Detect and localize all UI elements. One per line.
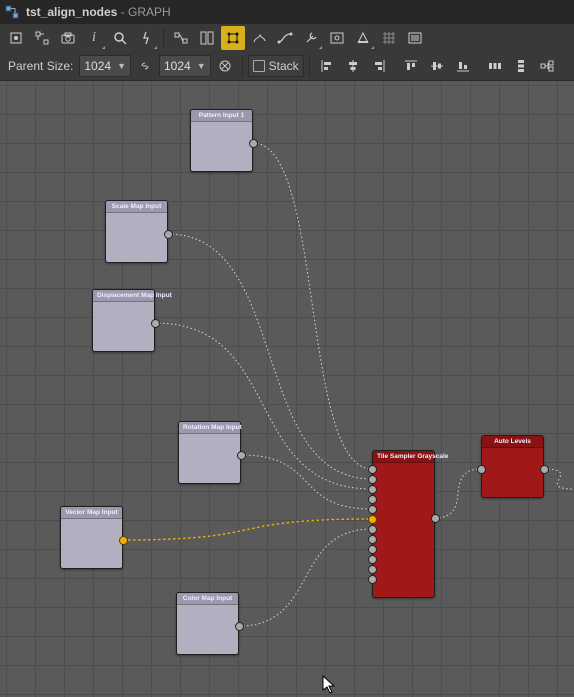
input-port[interactable] <box>368 495 377 504</box>
parent-size-dropdown[interactable]: 1024▼ <box>79 55 131 77</box>
show-extents-icon[interactable] <box>4 26 28 50</box>
align-right-icon[interactable] <box>367 54 391 78</box>
reset-zoom-icon[interactable] <box>30 26 54 50</box>
input-port[interactable] <box>368 505 377 514</box>
arrange-icon[interactable] <box>535 54 559 78</box>
distribute-v-icon[interactable] <box>509 54 533 78</box>
input-port[interactable] <box>368 525 377 534</box>
settings-icon[interactable] <box>325 26 349 50</box>
distribute-h-icon[interactable] <box>483 54 507 78</box>
input-port[interactable] <box>368 565 377 574</box>
align-nodes-icon[interactable] <box>221 26 245 50</box>
mouse-cursor <box>322 675 340 695</box>
node-title: Vector Map Input <box>61 507 122 519</box>
node-vector[interactable]: Vector Map Input <box>60 506 123 569</box>
chevron-down-icon: ▼ <box>117 61 126 71</box>
node-title: Displacement Map Input <box>93 290 154 302</box>
input-port[interactable] <box>368 475 377 484</box>
node-title: Tile Sampler Grayscale <box>373 451 434 463</box>
reset-size-icon[interactable] <box>213 54 237 78</box>
align-vcenter-icon[interactable] <box>425 54 449 78</box>
output-port[interactable] <box>249 139 258 148</box>
node-title: Color Map Input <box>177 593 238 605</box>
search-icon[interactable] <box>108 26 132 50</box>
align-hcenter-icon[interactable] <box>341 54 365 78</box>
input-port[interactable] <box>368 575 377 584</box>
node-title: Rotation Map Input <box>179 422 240 434</box>
input-port[interactable] <box>368 485 377 494</box>
stack-toggle[interactable]: Stack <box>248 55 304 77</box>
node-tile[interactable]: Tile Sampler Grayscale <box>372 450 435 598</box>
output-port[interactable] <box>431 514 440 523</box>
chevron-down-icon: ▼ <box>197 61 206 71</box>
align-bottom-icon[interactable] <box>451 54 475 78</box>
titlebar: tst_align_nodes - GRAPH <box>0 0 574 24</box>
curve-link-icon[interactable] <box>273 26 297 50</box>
portal-icon[interactable] <box>195 26 219 50</box>
color-mode-icon[interactable] <box>351 26 375 50</box>
input-port[interactable] <box>368 465 377 474</box>
link-nodes-icon[interactable] <box>169 26 193 50</box>
input-port[interactable] <box>477 465 486 474</box>
toolbar-row-1: i <box>0 24 574 52</box>
timing-icon[interactable] <box>247 26 271 50</box>
link-size-icon[interactable] <box>133 54 157 78</box>
node-color[interactable]: Color Map Input <box>176 592 239 655</box>
align-top-icon[interactable] <box>399 54 423 78</box>
title-main: tst_align_nodes <box>26 5 117 19</box>
graph-canvas[interactable]: Pattern Input 1 Scale Map Input Displaceme… <box>0 81 574 697</box>
node-disp[interactable]: Displacement Map Input <box>92 289 155 352</box>
snapshot-icon[interactable] <box>56 26 80 50</box>
output-port[interactable] <box>164 230 173 239</box>
canvas-grid <box>0 81 574 697</box>
node-title: Pattern Input 1 <box>191 110 252 122</box>
input-port[interactable] <box>368 545 377 554</box>
node-auto[interactable]: Auto Levels <box>481 435 544 498</box>
node-pattern[interactable]: Pattern Input 1 <box>190 109 253 172</box>
list-icon[interactable] <box>403 26 427 50</box>
align-left-icon[interactable] <box>315 54 339 78</box>
output-port[interactable] <box>235 622 244 631</box>
output-port[interactable] <box>237 451 246 460</box>
parent-size-2-dropdown[interactable]: 1024▼ <box>159 55 211 77</box>
title-suffix: - GRAPH <box>117 5 170 19</box>
input-port[interactable] <box>368 515 377 524</box>
node-title: Auto Levels <box>482 436 543 448</box>
input-port[interactable] <box>368 555 377 564</box>
toolbar-row-2: Parent Size: 1024▼ 1024▼ Stack <box>0 52 574 80</box>
node-title: Scale Map Input <box>106 201 167 213</box>
output-port[interactable] <box>540 465 549 474</box>
node-rotation[interactable]: Rotation Map Input <box>178 421 241 484</box>
info-icon[interactable]: i <box>82 26 106 50</box>
tools-icon[interactable] <box>299 26 323 50</box>
input-port[interactable] <box>368 535 377 544</box>
grid-icon[interactable] <box>377 26 401 50</box>
toolbar: i Parent Size: 1024▼ 1024▼ Stack <box>0 24 574 81</box>
output-port[interactable] <box>119 536 128 545</box>
highlight-icon[interactable] <box>134 26 158 50</box>
output-port[interactable] <box>151 319 160 328</box>
graph-icon <box>4 4 20 20</box>
node-scale[interactable]: Scale Map Input <box>105 200 168 263</box>
parent-size-label: Parent Size: <box>8 59 73 73</box>
